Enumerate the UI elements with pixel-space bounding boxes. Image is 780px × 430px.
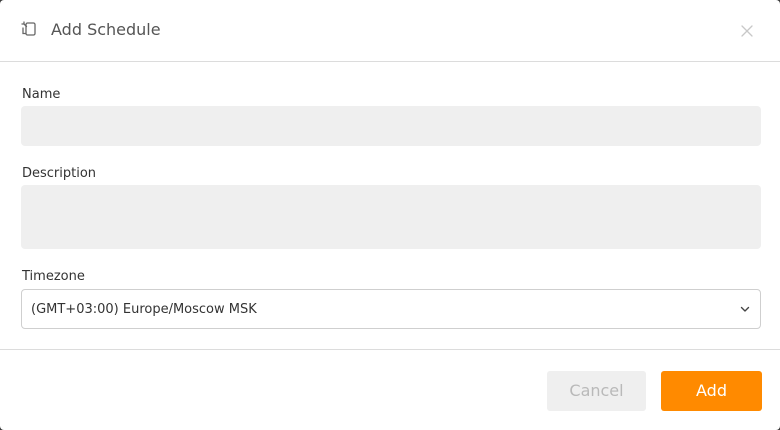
- description-label: Description: [22, 166, 97, 181]
- dialog-header: Add Schedule: [0, 0, 780, 62]
- name-label: Name: [22, 87, 61, 102]
- chevron-down-icon: [740, 306, 750, 312]
- name-input[interactable]: [21, 106, 761, 146]
- close-icon[interactable]: [739, 23, 755, 39]
- timezone-select[interactable]: (GMT+03:00) Europe/Moscow MSK: [21, 289, 761, 329]
- dialog-footer: Cancel Add: [0, 349, 780, 430]
- add-schedule-dialog: Add Schedule Name Description Timezone (…: [0, 0, 780, 430]
- dialog-title: Add Schedule: [51, 20, 161, 39]
- timezone-selected-value: (GMT+03:00) Europe/Moscow MSK: [31, 302, 257, 317]
- schedule-icon: [21, 21, 36, 36]
- timezone-label: Timezone: [22, 269, 85, 284]
- add-button[interactable]: Add: [661, 371, 762, 411]
- cancel-button[interactable]: Cancel: [547, 371, 646, 411]
- description-input[interactable]: [21, 185, 761, 249]
